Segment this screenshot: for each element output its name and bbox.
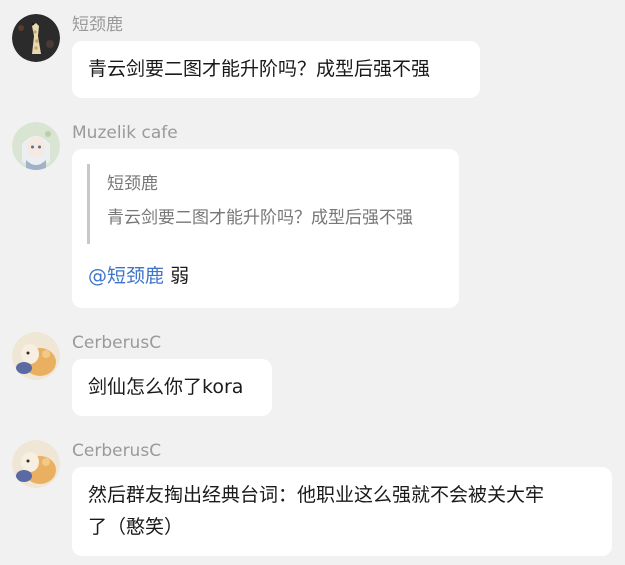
message-text: 剑仙怎么你了kora	[88, 376, 244, 398]
message-bubble: 青云剑要二图才能升阶吗？成型后强不强	[72, 41, 480, 98]
sender-name: 短颈鹿	[72, 15, 123, 35]
message-text: 青云剑要二图才能升阶吗？成型后强不强	[88, 58, 431, 80]
message-text-line: 了（憨笑）	[88, 516, 184, 538]
message-bubble: 短颈鹿 青云剑要二图才能升阶吗？成型后强不强 @短颈鹿 弱	[72, 149, 459, 308]
sender-name: CerberusC	[72, 333, 162, 353]
mention-link[interactable]: @短颈鹿	[88, 265, 164, 287]
quoted-author: 短颈鹿	[107, 174, 158, 194]
giraffe-avatar-icon[interactable]	[12, 14, 60, 62]
reply-line: @短颈鹿 弱	[88, 264, 189, 288]
quoted-message[interactable]: 短颈鹿 青云剑要二图才能升阶吗？成型后强不强	[87, 164, 427, 244]
sender-name: CerberusC	[72, 441, 162, 461]
sender-name: Muzelik cafe	[72, 123, 178, 143]
fluffy-creature-avatar-icon[interactable]	[12, 440, 60, 488]
message-text-line: 然后群友掏出经典台词：他职业这么强就不会被关大牢	[88, 484, 545, 506]
fluffy-creature-avatar-icon[interactable]	[12, 332, 60, 380]
message-text: 弱	[170, 265, 190, 287]
anime-girl-avatar-icon[interactable]	[12, 122, 60, 170]
quoted-text: 青云剑要二图才能升阶吗？成型后强不强	[107, 208, 413, 228]
message-bubble: 剑仙怎么你了kora	[72, 359, 272, 416]
message-bubble: 然后群友掏出经典台词：他职业这么强就不会被关大牢 了（憨笑）	[72, 467, 612, 556]
